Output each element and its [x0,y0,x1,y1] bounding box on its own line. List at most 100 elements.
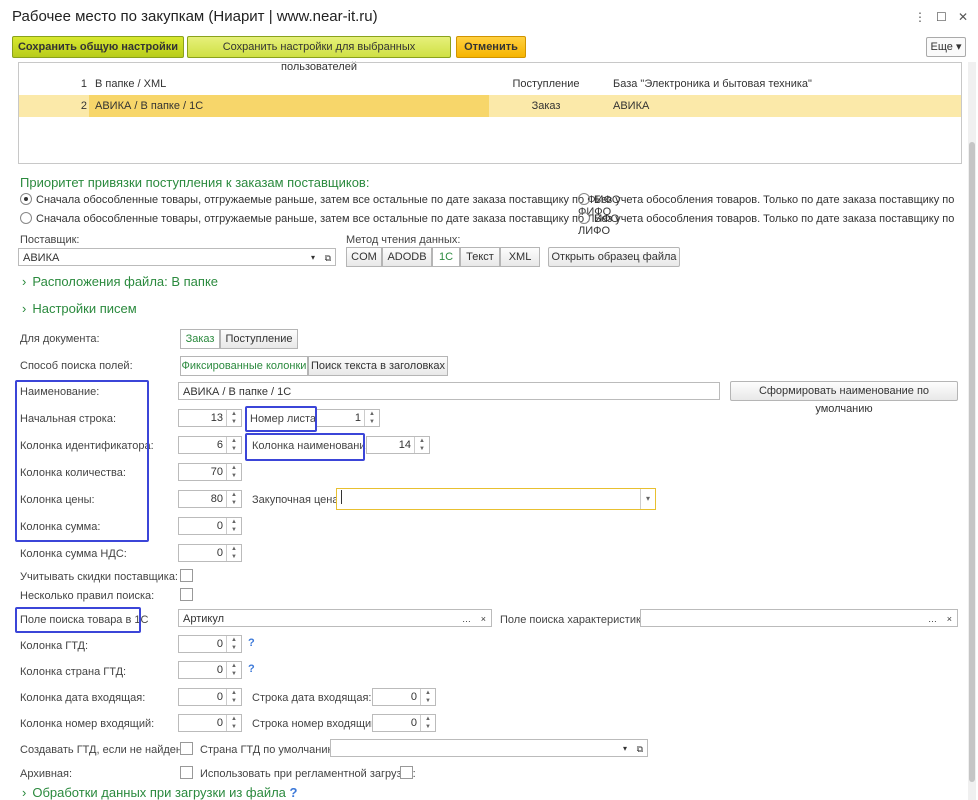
doc-order[interactable]: Заказ [180,329,220,349]
spinner-icon[interactable]: ▲ ▼ [226,636,241,652]
method-com[interactable]: COM [346,247,382,267]
char-search-input[interactable]: … × [640,609,958,627]
gtd-col-field[interactable]: 0 ▲ ▼ [178,635,242,653]
naming-field[interactable]: АВИКА / В папке / 1С [178,382,720,400]
price-col-field[interactable]: 80 ▲ ▼ [178,490,242,508]
create-gtd-label: Создавать ГТД, если не найдена: [20,744,192,756]
spinner-icon[interactable]: ▲ ▼ [226,715,241,731]
help-icon[interactable]: ? [248,637,255,649]
text-cursor [341,490,342,504]
priority-option-3[interactable]: Сначала обособленные товары, отгружаемые… [20,212,619,225]
radio-icon[interactable] [578,193,590,205]
in-num-col-field[interactable]: 0 ▲ ▼ [178,714,242,732]
clear-icon[interactable]: × [947,610,952,628]
maximize-icon[interactable]: ☐ [936,10,947,24]
search-headers[interactable]: Поиск текста в заголовках [308,356,448,376]
archive-checkbox[interactable] [180,766,193,779]
spinner-icon[interactable]: ▲ ▼ [226,437,241,453]
qty-col-field[interactable]: 70 ▲ ▼ [178,463,242,481]
highlight-box [15,380,149,542]
mail-settings-section[interactable]: › Настройки писем [22,301,137,316]
method-xml[interactable]: XML [500,247,540,267]
char-search-label: Поле поиска характеристики: [500,614,650,626]
radio-icon[interactable] [578,212,590,224]
priority-option-1[interactable]: Сначала обособленные товары, отгружаемые… [20,193,620,206]
discount-checkbox[interactable] [180,569,193,582]
close-icon[interactable]: ✕ [958,10,968,24]
more-button[interactable]: Еще ▾ [926,37,966,57]
method-adodb[interactable]: ADODB [382,247,432,267]
open-sample-button[interactable]: Открыть образец файла [548,247,680,267]
vat-col-field[interactable]: 0 ▲ ▼ [178,544,242,562]
row-base: База "Электроника и бытовая техника" [613,78,812,90]
spinner-icon[interactable]: ▲ ▼ [414,437,429,453]
supplier-field[interactable]: АВИКА ▾ ⧉ [18,248,336,266]
table-row[interactable]: 1 В папке / XML Поступление База "Электр… [19,73,961,95]
in-num-row-field[interactable]: 0 ▲ ▼ [372,714,436,732]
table-row[interactable]: 2 АВИКА / В папке / 1С Заказ АВИКА [19,95,961,117]
spinner-icon[interactable]: ▲ ▼ [226,410,241,426]
create-gtd-checkbox[interactable] [180,742,193,755]
ellipsis-icon[interactable]: … [462,610,471,628]
gtd-country-col-field[interactable]: 0 ▲ ▼ [178,661,242,679]
dropdown-icon[interactable]: ▾ [640,489,655,509]
priority-option-4[interactable]: Без учета обособления товаров. Только по… [578,212,978,237]
discount-label: Учитывать скидки поставщика: [20,571,178,583]
search-field-input[interactable]: Артикул … × [178,609,492,627]
in-date-row-label: Строка дата входящая: [252,692,372,704]
file-location-section[interactable]: › Расположения файла: В папке [22,274,218,289]
gtd-country-default-field[interactable]: ▾ ⧉ [330,739,648,757]
sum-col-field[interactable]: 0 ▲ ▼ [178,517,242,535]
method-text[interactable]: Текст [460,247,500,267]
settings-table[interactable]: 1 В папке / XML Поступление База "Электр… [18,62,962,164]
window-title: Рабочее место по закупкам (Ниарит | www.… [12,8,378,25]
spinner-icon[interactable]: ▲ ▼ [226,491,241,507]
id-col-field[interactable]: 6 ▲ ▼ [178,436,242,454]
spinner-icon[interactable]: ▲ ▼ [226,662,241,678]
spinner-icon[interactable]: ▲ ▼ [226,518,241,534]
in-date-col-field[interactable]: 0 ▲ ▼ [178,688,242,706]
name-col-field[interactable]: 14 ▲ ▼ [366,436,430,454]
search-method-label: Способ поиска полей: [20,360,133,372]
purchase-price-field[interactable]: ▾ [336,488,656,510]
spinner-icon[interactable]: ▲ ▼ [226,689,241,705]
menu-icon[interactable]: ⋮ [914,10,926,24]
open-icon[interactable]: ⧉ [325,249,331,267]
spinner-icon[interactable]: ▲ ▼ [420,689,435,705]
radio-icon[interactable] [20,212,32,224]
spinner-icon[interactable]: ▲ ▼ [364,410,379,426]
ellipsis-icon[interactable]: … [928,610,937,628]
use-regular-checkbox[interactable] [400,766,413,779]
save-selected-button[interactable]: Сохранить настройки для выбранных пользо… [187,36,451,73]
gtd-col-label: Колонка ГТД: [20,640,89,652]
help-icon[interactable]: ? [290,785,298,800]
open-icon[interactable]: ⧉ [637,740,643,758]
clear-icon[interactable]: × [481,610,486,628]
highlight-box [245,433,365,461]
doc-receipt[interactable]: Поступление [220,329,298,349]
dropdown-icon[interactable]: ▾ [311,249,315,267]
radio-icon[interactable] [20,193,32,205]
use-regular-label: Использовать при регламентной загрузке: [200,768,416,780]
spinner-icon[interactable]: ▲ ▼ [420,715,435,731]
vat-col-label: Колонка сумма НДС: [20,548,127,560]
spinner-icon[interactable]: ▲ ▼ [226,464,241,480]
dropdown-icon[interactable]: ▾ [623,740,627,758]
search-fixed[interactable]: Фиксированные колонки [180,356,308,376]
row-name: АВИКА / В папке / 1С [95,100,204,112]
save-general-button[interactable]: Сохранить общую настройки [12,36,184,58]
cancel-button[interactable]: Отменить [456,36,526,58]
vertical-scrollbar[interactable] [968,62,976,800]
processing-section[interactable]: › Обработки данных при загрузки из файла … [22,785,298,800]
purchase-price-label: Закупочная цена: [252,494,342,506]
in-date-row-field[interactable]: 0 ▲ ▼ [372,688,436,706]
spinner-icon[interactable]: ▲ ▼ [226,545,241,561]
default-naming-button[interactable]: Сформировать наименование по умолчанию [730,381,958,415]
highlight-box [15,607,141,633]
method-1c[interactable]: 1С [432,247,460,267]
scrollbar-thumb[interactable] [969,142,975,782]
multi-rules-checkbox[interactable] [180,588,193,601]
help-icon[interactable]: ? [248,663,255,675]
start-row-field[interactable]: 13 ▲ ▼ [178,409,242,427]
sheet-num-field[interactable]: 1 ▲ ▼ [316,409,380,427]
